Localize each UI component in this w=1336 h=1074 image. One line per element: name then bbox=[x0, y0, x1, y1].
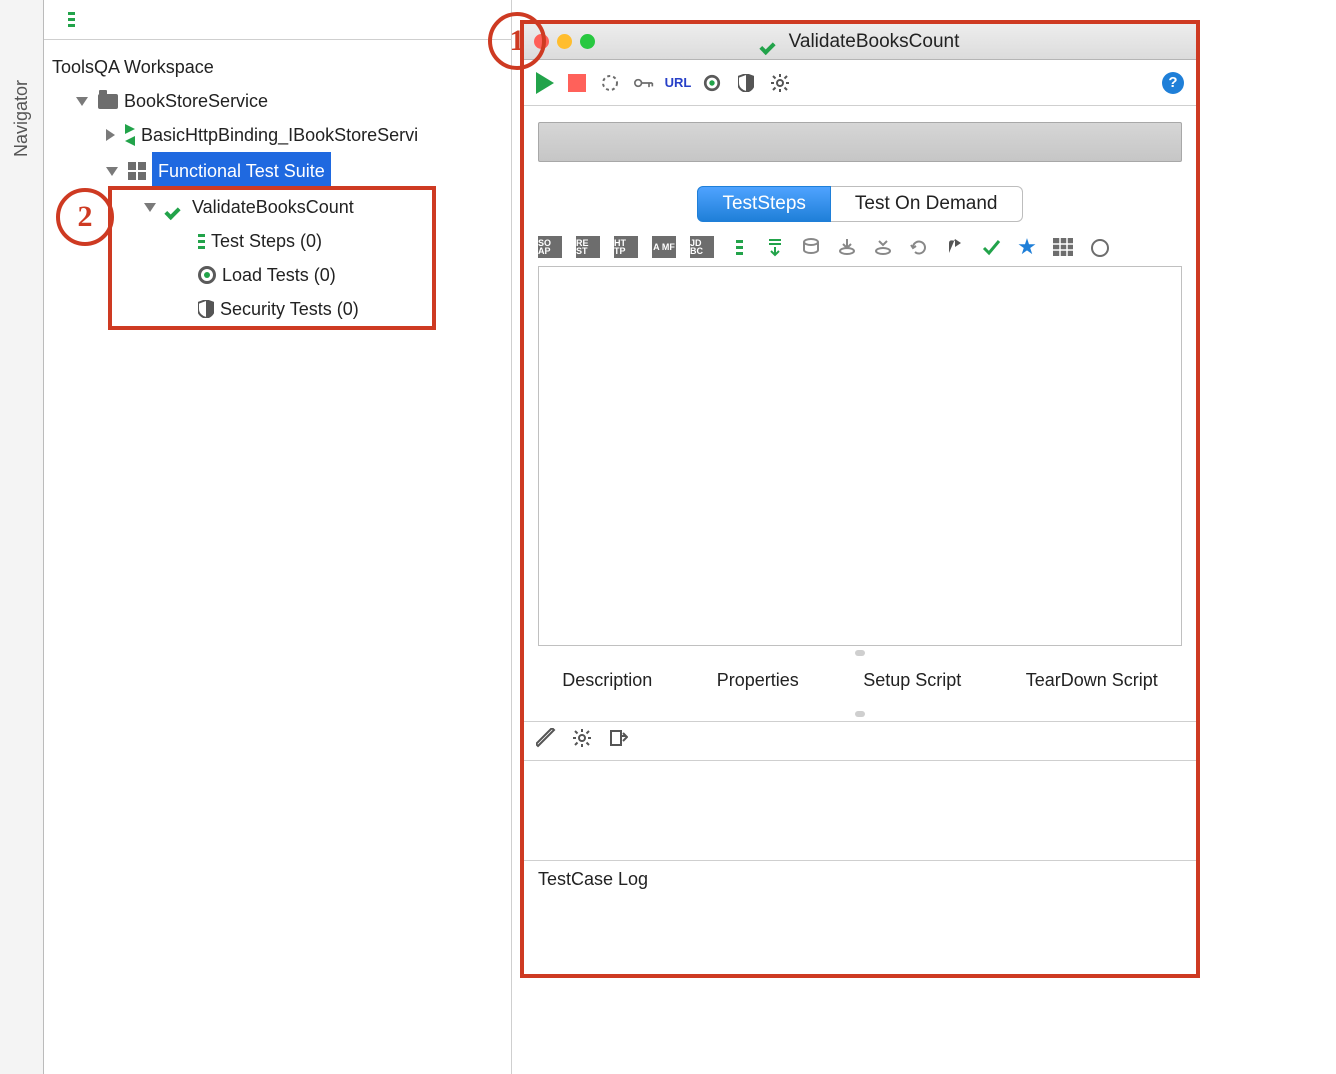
export-icon[interactable] bbox=[608, 728, 628, 754]
check-icon bbox=[761, 32, 781, 52]
shield-icon[interactable] bbox=[736, 73, 756, 93]
tree-testcase-label: ValidateBooksCount bbox=[192, 190, 354, 224]
tree-teststeps[interactable]: Test Steps (0) bbox=[48, 224, 507, 258]
url-icon[interactable]: URL bbox=[668, 73, 688, 93]
add-jdbc-step[interactable]: JD BC bbox=[690, 236, 714, 258]
editor-tabs: TestSteps Test On Demand bbox=[524, 186, 1196, 222]
navigator-tab[interactable]: Navigator bbox=[0, 0, 44, 1074]
log-title[interactable]: TestCase Log bbox=[524, 860, 1196, 898]
chevron-right-icon[interactable] bbox=[106, 129, 115, 141]
progress-bar bbox=[538, 122, 1182, 162]
stop-button[interactable] bbox=[568, 74, 586, 92]
log-toolbar bbox=[524, 721, 1196, 760]
splitter[interactable] bbox=[524, 646, 1196, 660]
add-loop-step[interactable] bbox=[908, 236, 930, 258]
tree-binding[interactable]: BasicHttpBinding_IBookStoreServi bbox=[48, 118, 507, 152]
credentials-icon[interactable] bbox=[634, 73, 654, 93]
tree-securitytests-label: Security Tests (0) bbox=[220, 292, 359, 326]
editor-title: ValidateBooksCount bbox=[524, 31, 1196, 53]
tree-loadtests-label: Load Tests (0) bbox=[222, 258, 336, 292]
help-button[interactable]: ? bbox=[1162, 72, 1184, 94]
gear-icon[interactable] bbox=[770, 73, 790, 93]
tab-testondemand[interactable]: Test On Demand bbox=[831, 186, 1023, 222]
add-clock-step[interactable] bbox=[1088, 236, 1110, 258]
add-transfer-step[interactable] bbox=[764, 236, 786, 258]
add-favorite-step[interactable]: ★ bbox=[1016, 236, 1038, 258]
annotation-1: 1 bbox=[488, 12, 546, 70]
add-rest-step[interactable]: RE ST bbox=[576, 236, 600, 258]
editor-toolbar: URL ? bbox=[524, 60, 1196, 106]
loadtest-icon bbox=[198, 266, 216, 284]
shield-icon bbox=[198, 300, 214, 318]
loop-icon[interactable] bbox=[600, 73, 620, 93]
navigator-label: Navigator bbox=[11, 80, 32, 157]
annotation-2: 2 bbox=[56, 188, 114, 246]
chevron-down-icon[interactable] bbox=[76, 97, 88, 106]
tree-testcase[interactable]: ValidateBooksCount bbox=[48, 190, 507, 224]
tree-securitytests[interactable]: Security Tests (0) bbox=[48, 292, 507, 326]
target-icon[interactable] bbox=[702, 73, 722, 93]
tab-description[interactable]: Description bbox=[562, 670, 652, 691]
tree-teststeps-label: Test Steps (0) bbox=[211, 224, 322, 258]
add-datagen-step[interactable] bbox=[872, 236, 894, 258]
add-http-step[interactable]: HT TP bbox=[614, 236, 638, 258]
tab-teardownscript[interactable]: TearDown Script bbox=[1026, 670, 1158, 691]
testsuite-icon bbox=[128, 162, 146, 180]
teststeps-list[interactable] bbox=[538, 266, 1182, 646]
check-icon bbox=[166, 197, 186, 217]
add-amf-step[interactable]: A MF bbox=[652, 236, 676, 258]
navigator-panel: ToolsQA Workspace BookStoreService Basic… bbox=[44, 0, 512, 1074]
chevron-down-icon[interactable] bbox=[106, 167, 118, 176]
testcase-editor: ValidateBooksCount URL bbox=[520, 20, 1200, 978]
detail-tabs: Description Properties Setup Script Tear… bbox=[524, 660, 1196, 707]
editor-title-text: ValidateBooksCount bbox=[789, 31, 960, 53]
tab-teststeps[interactable]: TestSteps bbox=[697, 186, 830, 222]
add-assertion-step[interactable] bbox=[980, 236, 1002, 258]
tab-setupscript[interactable]: Setup Script bbox=[863, 670, 961, 691]
tree-loadtests[interactable]: Load Tests (0) bbox=[48, 258, 507, 292]
log-area bbox=[524, 760, 1196, 860]
add-properties-step[interactable] bbox=[728, 236, 750, 258]
teststeps-icon bbox=[198, 234, 205, 249]
tab-properties[interactable]: Properties bbox=[717, 670, 799, 691]
interface-icon bbox=[125, 124, 135, 146]
splitter[interactable] bbox=[524, 707, 1196, 721]
navigator-toolbar bbox=[44, 0, 511, 40]
chevron-down-icon[interactable] bbox=[144, 203, 156, 212]
clear-log-icon[interactable] bbox=[536, 728, 556, 754]
add-datasource-step[interactable] bbox=[800, 236, 822, 258]
add-grid-step[interactable] bbox=[1052, 236, 1074, 258]
tree-suite-label: Functional Test Suite bbox=[152, 152, 331, 190]
tree-root-label: ToolsQA Workspace bbox=[52, 50, 214, 84]
teststep-type-bar: SO AP RE ST HT TP A MF JD BC bbox=[524, 222, 1196, 266]
tree-project[interactable]: BookStoreService bbox=[48, 84, 507, 118]
editor-titlebar[interactable]: ValidateBooksCount bbox=[524, 24, 1196, 60]
gear-icon[interactable] bbox=[572, 728, 592, 754]
folder-icon bbox=[98, 94, 118, 109]
tree-binding-label: BasicHttpBinding_IBookStoreServi bbox=[141, 118, 418, 152]
tree-root[interactable]: ToolsQA Workspace bbox=[48, 50, 507, 84]
run-button[interactable] bbox=[536, 72, 554, 94]
tree-project-label: BookStoreService bbox=[124, 84, 268, 118]
add-goto-step[interactable] bbox=[944, 236, 966, 258]
navigator-tree: ToolsQA Workspace BookStoreService Basic… bbox=[44, 40, 511, 330]
teststeps-icon bbox=[68, 12, 75, 27]
add-soap-step[interactable]: SO AP bbox=[538, 236, 562, 258]
tree-suite[interactable]: Functional Test Suite bbox=[48, 152, 507, 190]
add-datasink-step[interactable] bbox=[836, 236, 858, 258]
